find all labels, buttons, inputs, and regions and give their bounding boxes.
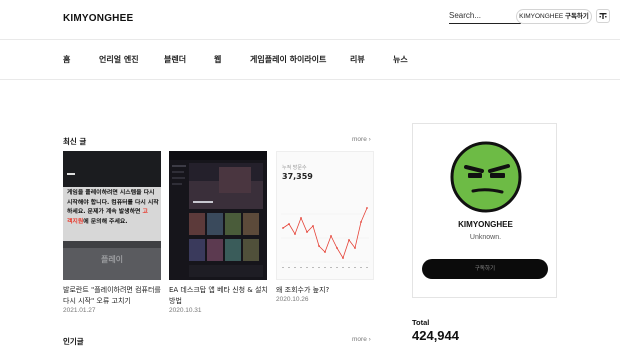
recent-posts-title: 최신 글 [63, 137, 87, 146]
total-visits-value: 424,944 [412, 328, 459, 343]
subscribe-pill-action: 구독하기 [564, 13, 589, 20]
profile-description: Unknown. [469, 234, 502, 241]
profile-name: KIMYONGHEE [458, 220, 513, 229]
popular-more-link[interactable]: more › [352, 336, 371, 343]
error-line-4a: 객지원 [67, 218, 84, 225]
visitor-count: 37,359 [282, 172, 313, 181]
nav-item-gameplay-highlights[interactable]: 게임플레이 하이라이트 [250, 54, 326, 65]
profile-card: KIMYONGHEE Unknown. 구독하기 [412, 123, 557, 298]
error-message: 게임을 플레이하려면 시스템을 다시 시작해야 합니다. 컴퓨터를 다시 시작 … [67, 189, 161, 227]
top-bar: KIMYONGHEE Search... KIMYONGHEE 구독하기 [0, 0, 620, 40]
subscribe-pill-name: KIMYONGHEE [519, 13, 564, 20]
visitor-line-chart [281, 207, 369, 268]
nav-item-unreal-engine[interactable]: 언리얼 엔진 [99, 54, 139, 65]
post-thumbnail[interactable] [169, 151, 267, 280]
visitor-label: 누적 방문수 [282, 165, 307, 171]
post-title[interactable]: 발로란트 "플레이하려면 컴퓨터를 다시 시작" 오류 고치기 [63, 285, 167, 307]
category-nav: 홈 언리얼 엔진 블렌더 웹 게임플레이 하이라이트 리뷰 뉴스 [0, 40, 620, 80]
nav-item-news[interactable]: 뉴스 [393, 54, 408, 65]
nav-item-blender[interactable]: 블렌더 [164, 54, 186, 65]
play-button-shadow [63, 241, 161, 248]
ea-desktop-screenshot [169, 151, 267, 280]
post-title[interactable]: EA 데스크탑 앱 베타 신청 & 설치 방법 [169, 285, 273, 307]
post-thumbnail[interactable]: 게임을 플레이하려면 시스템을 다시 시작해야 합니다. 컴퓨터를 다시 시작 … [63, 151, 161, 280]
post-date: 2020.10.26 [276, 296, 309, 303]
error-line-3a: 하세요. 문제가 계속 발생하면 [67, 209, 143, 216]
post-date: 2020.10.31 [169, 307, 202, 314]
search-input[interactable]: Search... [449, 10, 521, 24]
avatar[interactable] [450, 141, 522, 213]
post-title[interactable]: 왜 조회수가 높지? [276, 285, 380, 296]
popular-posts-title: 인기글 [63, 337, 84, 346]
total-visits-label: Total [412, 318, 430, 327]
site-logo[interactable]: KIMYONGHEE [63, 13, 133, 24]
nav-item-review[interactable]: 리뷰 [350, 54, 365, 65]
error-line-4b: 에 문의해 주세요. [83, 218, 128, 225]
error-line-4: 객지원에 문의해 주세요. [67, 218, 161, 228]
post-thumbnail[interactable]: 누적 방문수 37,359 [276, 151, 374, 280]
theme-button[interactable] [596, 9, 610, 23]
thumb-bar [67, 173, 75, 175]
nav-item-web[interactable]: 웹 [214, 54, 221, 65]
post-date: 2021.01.27 [63, 307, 96, 314]
subscribe-button[interactable]: 구독하기 [422, 259, 548, 279]
subscribe-pill[interactable]: KIMYONGHEE 구독하기 [516, 9, 592, 24]
nav-item-home[interactable]: 홈 [63, 54, 70, 65]
error-line-1: 게임을 플레이하려면 시스템을 다시 [67, 190, 155, 196]
t-icon [599, 13, 607, 19]
error-line-3: 하세요. 문제가 계속 발생하면 고 [67, 208, 161, 218]
recent-more-link[interactable]: more › [352, 136, 371, 143]
play-button-label: 플레이 [100, 255, 124, 264]
error-line-2: 시작해야 합니다. 컴퓨터를 다시 시작 [67, 199, 159, 206]
error-line-3b: 고 [142, 209, 148, 216]
play-button-area: 플레이 [63, 241, 161, 280]
